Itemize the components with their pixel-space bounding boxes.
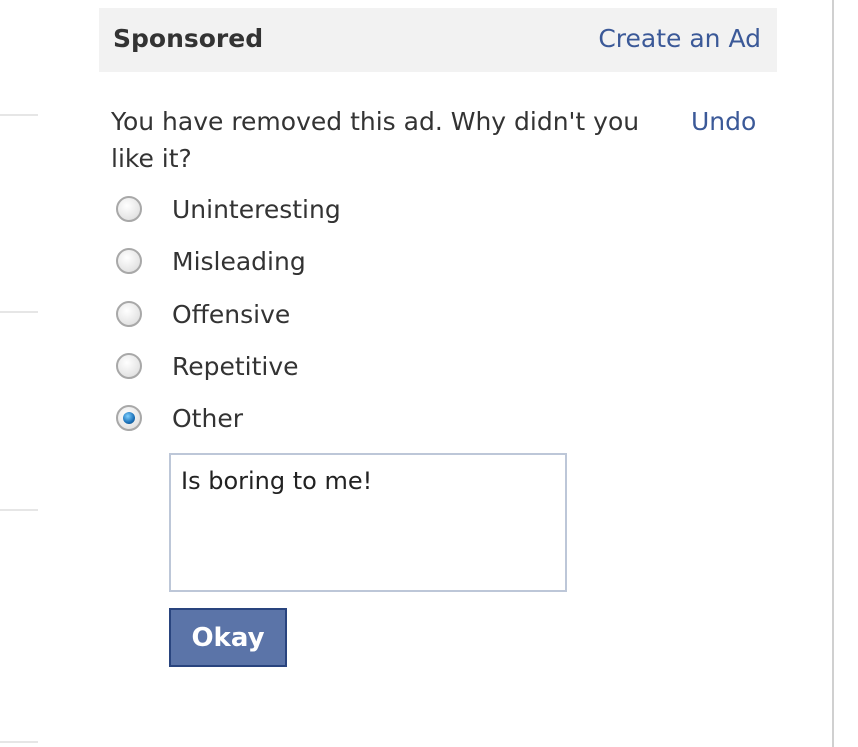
option-label: Other	[172, 403, 243, 433]
undo-link[interactable]: Undo	[691, 103, 756, 140]
radio-button[interactable]	[116, 248, 142, 274]
option-label: Repetitive	[172, 351, 299, 381]
divider	[0, 114, 38, 116]
create-ad-link[interactable]: Create an Ad	[598, 24, 761, 53]
option-label: Offensive	[172, 299, 291, 329]
divider	[0, 741, 38, 743]
option-other[interactable]: Other	[116, 402, 243, 434]
option-uninteresting[interactable]: Uninteresting	[116, 193, 341, 225]
option-label: Uninteresting	[172, 194, 341, 224]
okay-button[interactable]: Okay	[169, 608, 287, 667]
option-misleading[interactable]: Misleading	[116, 245, 306, 277]
radio-button[interactable]	[116, 196, 142, 222]
column-divider	[832, 0, 834, 747]
option-repetitive[interactable]: Repetitive	[116, 350, 299, 382]
sponsored-title: Sponsored	[113, 24, 264, 53]
radio-button-selected[interactable]	[116, 405, 142, 431]
divider	[0, 311, 38, 313]
other-reason-textarea[interactable]: Is boring to me!	[169, 453, 567, 592]
radio-button[interactable]	[116, 301, 142, 327]
radio-button[interactable]	[116, 353, 142, 379]
option-label: Misleading	[172, 246, 306, 276]
divider	[0, 509, 38, 511]
removed-ad-message: You have removed this ad. Why didn't you…	[111, 107, 640, 173]
option-offensive[interactable]: Offensive	[116, 298, 290, 330]
sponsored-header: Sponsored Create an Ad	[99, 8, 777, 72]
